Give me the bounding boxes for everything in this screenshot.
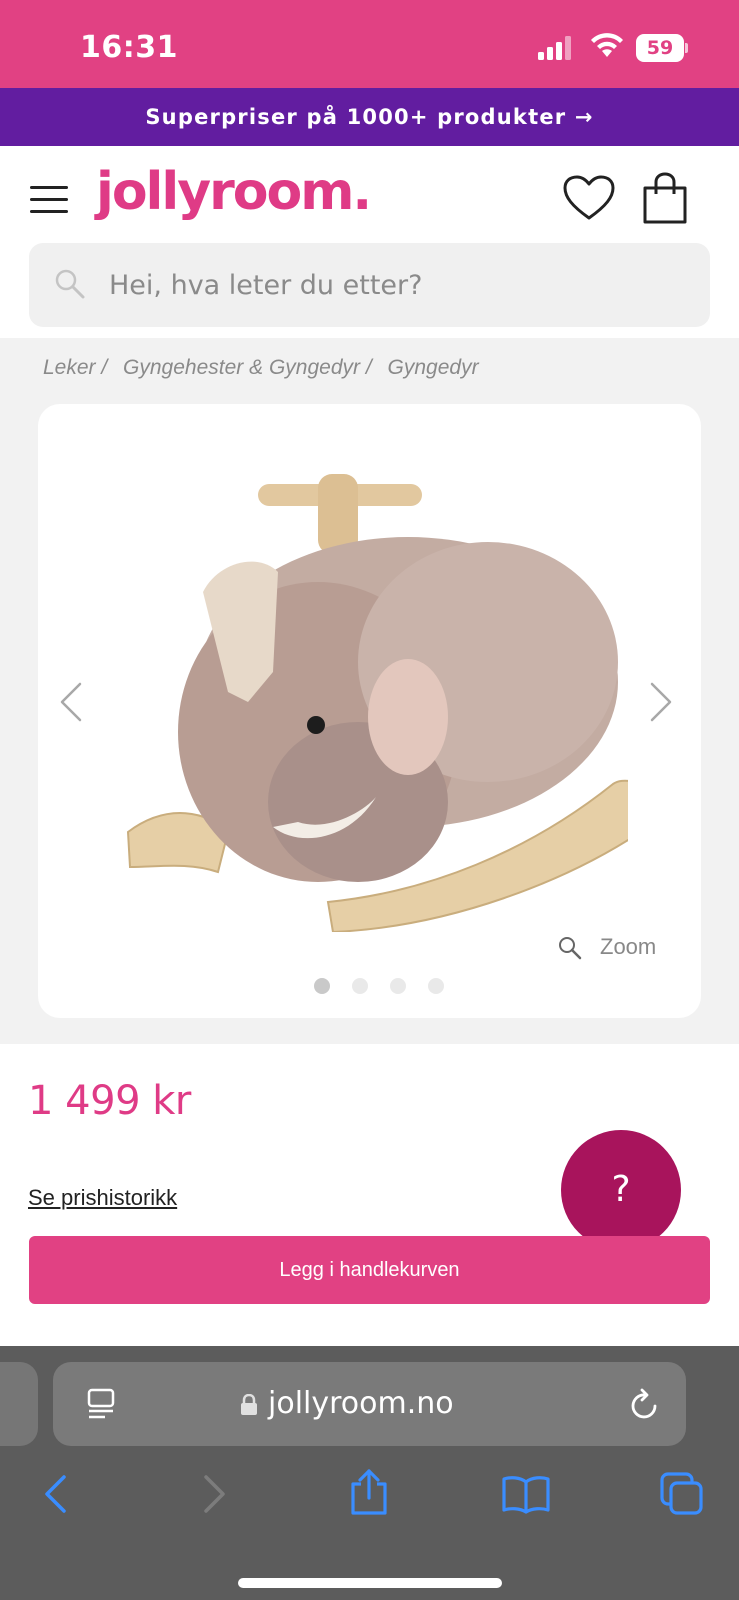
home-indicator[interactable] [238, 1578, 502, 1588]
signal-icon [538, 36, 571, 60]
heart-icon[interactable] [562, 174, 616, 222]
lock-icon [241, 1394, 257, 1415]
product-image[interactable] [108, 472, 628, 932]
share-icon[interactable] [349, 1468, 389, 1516]
help-button[interactable]: ? [561, 1130, 681, 1250]
battery-level: 59 [636, 34, 684, 62]
breadcrumb-item-gyngedyr[interactable]: Gyngedyr [388, 356, 479, 379]
breadcrumb-item-gyngehester[interactable]: Gyngehester & Gyngedyr / [123, 356, 372, 379]
address-bar[interactable]: jollyroom.no [53, 1362, 686, 1446]
battery-icon: 59 [636, 34, 688, 62]
reload-icon[interactable] [629, 1387, 661, 1421]
bookmarks-icon[interactable] [502, 1474, 550, 1514]
pagination-dot[interactable] [428, 978, 444, 994]
zoom-label: Zoom [600, 934, 657, 959]
site-header: jollyroom. [0, 146, 739, 338]
zoom-icon [559, 937, 582, 960]
pagination-dot[interactable] [314, 978, 330, 994]
breadcrumb: Leker / Gyngehester & Gyngedyr / Gyngedy… [43, 356, 489, 380]
reader-icon[interactable] [87, 1388, 117, 1420]
chevron-left-icon[interactable] [58, 680, 84, 724]
breadcrumb-item-leker[interactable]: Leker / [43, 356, 107, 379]
pagination-dot[interactable] [352, 978, 368, 994]
product-section: Leker / Gyngehester & Gyngedyr / Gyngedy… [0, 338, 739, 1044]
chevron-right-icon[interactable] [648, 680, 674, 724]
promo-banner[interactable]: Superpriser på 1000+ produkter → [0, 88, 739, 146]
search-input[interactable] [109, 243, 689, 327]
product-gallery: Zoom [38, 404, 701, 1018]
add-to-cart-button[interactable]: Legg i handlekurven [29, 1236, 710, 1304]
menu-icon[interactable] [30, 186, 68, 214]
status-bar: 16:31 59 [0, 0, 739, 88]
search-bar[interactable] [29, 243, 710, 327]
previous-tab-preview[interactable] [0, 1362, 38, 1446]
search-icon [55, 269, 85, 299]
url-text: jollyroom.no [268, 1386, 454, 1421]
browser-toolbar: jollyroom.no [0, 1346, 739, 1600]
bag-icon[interactable] [643, 172, 687, 224]
product-price: 1 499 kr [28, 1078, 191, 1124]
tabs-icon[interactable] [660, 1472, 704, 1516]
logo[interactable]: jollyroom. [96, 162, 372, 222]
pagination-dot[interactable] [390, 978, 406, 994]
status-time: 16:31 [80, 30, 178, 65]
forward-icon[interactable] [202, 1474, 228, 1514]
back-icon[interactable] [42, 1474, 68, 1514]
price-history-link[interactable]: Se prishistorikk [28, 1185, 177, 1211]
wifi-icon [591, 33, 623, 57]
